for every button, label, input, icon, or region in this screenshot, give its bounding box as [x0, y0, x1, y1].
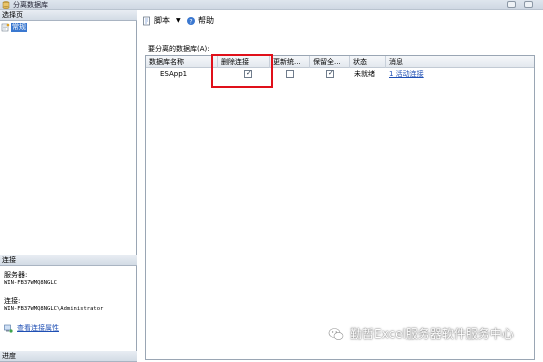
server-label: 服务器: [4, 271, 28, 279]
database-icon [2, 1, 10, 9]
script-button[interactable]: 脚本 ▼ [142, 15, 181, 26]
server-value: WIN-FB37WMQ8NGLC [4, 280, 57, 286]
help-icon: ? [187, 16, 195, 25]
active-connections-link[interactable]: 1 活动连接 [389, 68, 424, 80]
help-button[interactable]: ? 帮助 [186, 15, 214, 26]
databases-grid: 数据库名称 删除连接 更新统... 保留全... 状态 消息 ESApp1 ✓ … [145, 55, 535, 360]
title-bar: 分离数据库 [0, 0, 543, 10]
connection-value: WIN-FB37WMQ8NGLC\Administrator [4, 306, 104, 312]
window-controls [507, 1, 533, 8]
watermark: 勤哲Excel服务器软件服务中心 [328, 325, 514, 342]
connection-header: 连接 [0, 255, 137, 266]
column-header-status[interactable]: 状态 [350, 56, 386, 68]
cell-database-name: ESApp1 [160, 70, 188, 78]
column-header-message[interactable]: 消息 [386, 56, 535, 68]
table-row[interactable]: ESApp1 ✓ ✓ 未就绪 1 活动连接 [146, 68, 534, 80]
watermark-text: 勤哲Excel服务器软件服务中心 [350, 327, 514, 341]
update-stats-checkbox[interactable] [286, 70, 294, 78]
cell-status: 未就绪 [354, 70, 375, 78]
chevron-down-icon[interactable]: ▼ [176, 17, 181, 24]
section-title: 要分离的数据库(A): [148, 45, 210, 53]
window-title: 分离数据库 [13, 1, 48, 9]
maximize-button[interactable] [524, 1, 533, 8]
script-label: 脚本 [154, 16, 170, 25]
column-header-update-stats[interactable]: 更新统... [270, 56, 310, 68]
checkmark-icon: ✓ [328, 69, 334, 77]
view-connection-link[interactable]: 查看连接属性 [17, 323, 59, 333]
page-item-general[interactable]: 常规 [1, 23, 27, 32]
grid-header: 数据库名称 删除连接 更新统... 保留全... 状态 消息 [146, 56, 534, 68]
connection-properties-icon [4, 324, 13, 333]
help-label: 帮助 [198, 16, 214, 25]
script-icon [143, 16, 150, 25]
connection-label: 连接: [4, 297, 21, 305]
column-header-name[interactable]: 数据库名称 [146, 56, 218, 68]
column-header-keep-fulltext[interactable]: 保留全... [310, 56, 350, 68]
minimize-button[interactable] [507, 1, 516, 8]
svg-text:?: ? [189, 18, 192, 25]
keep-fulltext-checkbox[interactable]: ✓ [326, 69, 334, 78]
toolbar: 脚本 ▼ ? 帮助 [138, 10, 543, 32]
pages-header: 选择页 [0, 10, 137, 21]
highlight-box [211, 54, 273, 88]
page-item-label: 常规 [11, 23, 27, 32]
view-connection-properties[interactable]: 查看连接属性 [4, 323, 59, 333]
wechat-icon [328, 327, 344, 340]
progress-header: 进度 [0, 351, 137, 362]
page-icon [1, 23, 10, 32]
